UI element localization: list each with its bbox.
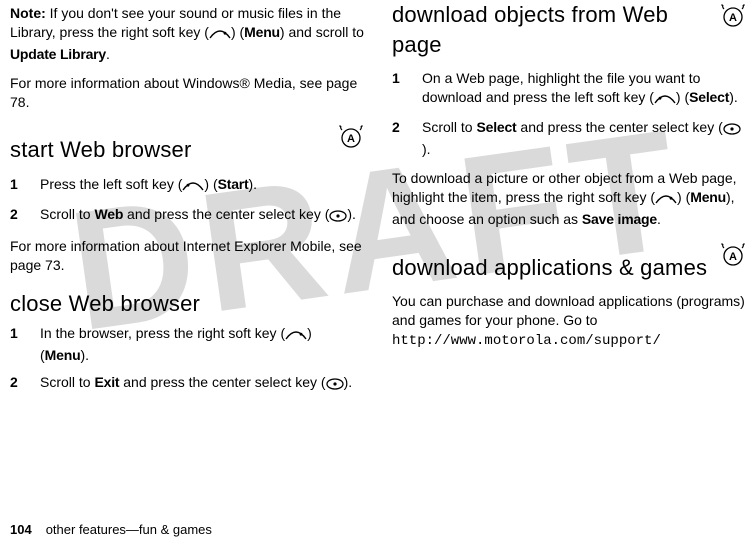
update-library-label: Update Library bbox=[10, 46, 106, 62]
start-label: Start bbox=[218, 176, 249, 192]
close-step-2: 2 Scroll to Exit and press the center se… bbox=[10, 373, 364, 395]
network-badge-icon: A bbox=[720, 4, 746, 35]
menu-label: Menu bbox=[45, 347, 81, 363]
start-step-2: 2 Scroll to Web and press the center sel… bbox=[10, 205, 364, 227]
t: and press the center select key ( bbox=[517, 119, 723, 135]
step-number: 1 bbox=[10, 175, 24, 197]
dl-step-1: 1 On a Web page, highlight the file you … bbox=[392, 69, 746, 110]
network-badge-icon: A bbox=[720, 243, 746, 274]
footer-section: other features—fun & games bbox=[46, 522, 212, 537]
dl-step-2: 2 Scroll to Select and press the center … bbox=[392, 118, 746, 159]
t: and press the center select key ( bbox=[119, 374, 325, 390]
svg-text:A: A bbox=[729, 12, 737, 24]
svg-text:A: A bbox=[347, 133, 355, 145]
start-browser-heading: start Web browser bbox=[10, 135, 332, 165]
center-key-icon bbox=[329, 208, 347, 227]
close-step-1: 1 In the browser, press the right soft k… bbox=[10, 324, 364, 365]
menu-label: Menu bbox=[244, 24, 280, 40]
t: In the browser, press the right soft key… bbox=[40, 325, 285, 341]
right-softkey-icon bbox=[209, 26, 231, 45]
step-number: 2 bbox=[10, 205, 24, 227]
select-label: Select bbox=[476, 119, 516, 135]
step-text: Press the left soft key ( ) (Start). bbox=[40, 175, 364, 197]
step-text: On a Web page, highlight the file you wa… bbox=[422, 69, 746, 110]
t: and press the center select key ( bbox=[123, 206, 329, 222]
download-objects-heading-row: download objects from Web page A bbox=[392, 0, 746, 65]
download-objects-heading: download objects from Web page bbox=[392, 0, 714, 59]
step-text: Scroll to Exit and press the center sele… bbox=[40, 373, 364, 395]
close-browser-steps: 1 In the browser, press the right soft k… bbox=[10, 324, 364, 395]
note-text-2: ) ( bbox=[231, 24, 244, 40]
note-text-3: ) and scroll to bbox=[280, 24, 364, 40]
windows-media-info: For more information about Windows® Medi… bbox=[10, 74, 364, 112]
select-label: Select bbox=[689, 89, 729, 105]
t: ). bbox=[249, 176, 258, 192]
right-softkey-icon bbox=[285, 327, 307, 346]
t: ) ( bbox=[677, 189, 690, 205]
step-text: Scroll to Select and press the center se… bbox=[422, 118, 746, 159]
network-badge-icon: A bbox=[338, 125, 364, 156]
t: Scroll to bbox=[422, 119, 476, 135]
step-text: In the browser, press the right soft key… bbox=[40, 324, 364, 365]
start-browser-steps: 1 Press the left soft key ( ) (Start). 2 … bbox=[10, 175, 364, 227]
page-number: 104 bbox=[10, 522, 32, 537]
save-image-label: Save image bbox=[582, 211, 657, 227]
page-content: Note: If you don't see your sound or mus… bbox=[0, 0, 756, 405]
download-objects-steps: 1 On a Web page, highlight the file you … bbox=[392, 69, 746, 159]
download-picture-paragraph: To download a picture or other object fr… bbox=[392, 169, 746, 229]
t: ) ( bbox=[676, 89, 689, 105]
library-note: Note: If you don't see your sound or mus… bbox=[10, 4, 364, 64]
t: ). bbox=[422, 141, 431, 157]
support-url: http://www.motorola.com/support/ bbox=[392, 333, 661, 349]
download-apps-heading-row: download applications & games A bbox=[392, 239, 746, 289]
t: ). bbox=[344, 374, 353, 390]
step-number: 2 bbox=[392, 118, 406, 159]
t: ) ( bbox=[204, 176, 217, 192]
step-number: 1 bbox=[10, 324, 24, 365]
web-label: Web bbox=[94, 206, 123, 222]
center-key-icon bbox=[723, 121, 741, 140]
t: ). bbox=[80, 347, 89, 363]
t: ). bbox=[347, 206, 356, 222]
download-apps-paragraph: You can purchase and download applicatio… bbox=[392, 292, 746, 351]
svg-text:A: A bbox=[729, 251, 737, 263]
note-label: Note: bbox=[10, 5, 46, 21]
left-softkey-icon bbox=[182, 178, 204, 197]
step-number: 1 bbox=[392, 69, 406, 110]
page-footer: 104 other features—fun & games bbox=[10, 521, 212, 539]
menu-label: Menu bbox=[690, 189, 726, 205]
close-browser-heading: close Web browser bbox=[10, 289, 364, 319]
t: Press the left soft key ( bbox=[40, 176, 182, 192]
step-text: Scroll to Web and press the center selec… bbox=[40, 205, 364, 227]
right-column: download objects from Web page A 1 On a … bbox=[392, 0, 746, 405]
step-number: 2 bbox=[10, 373, 24, 395]
t: . bbox=[657, 211, 661, 227]
t: Scroll to bbox=[40, 206, 94, 222]
right-softkey-icon bbox=[655, 191, 677, 210]
t: You can purchase and download applicatio… bbox=[392, 293, 745, 328]
ie-info: For more information about Internet Expl… bbox=[10, 237, 364, 275]
start-step-1: 1 Press the left soft key ( ) (Start). bbox=[10, 175, 364, 197]
start-browser-heading-row: start Web browser A bbox=[10, 121, 364, 171]
t: Scroll to bbox=[40, 374, 94, 390]
center-key-icon bbox=[326, 376, 344, 395]
t: ). bbox=[729, 89, 738, 105]
note-text-4: . bbox=[106, 46, 110, 62]
exit-label: Exit bbox=[94, 374, 119, 390]
download-apps-heading: download applications & games bbox=[392, 253, 714, 283]
left-softkey-icon bbox=[654, 91, 676, 110]
left-column: Note: If you don't see your sound or mus… bbox=[10, 0, 364, 405]
